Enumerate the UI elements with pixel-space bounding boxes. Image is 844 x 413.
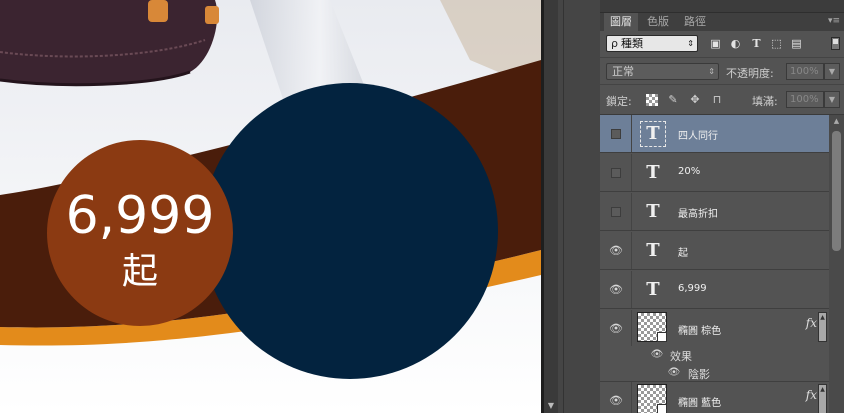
hidden-box-icon (611, 129, 621, 139)
panel-dock-gap (558, 0, 600, 413)
shape-layer-thumbnail (637, 312, 667, 342)
tab-layers[interactable]: 圖層 (604, 13, 638, 31)
filter-toggle-switch[interactable] (831, 37, 840, 50)
effect-item-row[interactable]: 👁 陰影 (600, 364, 829, 382)
hidden-box-icon (611, 207, 621, 217)
type-layer-thumbnail-icon: T (646, 201, 660, 222)
eye-icon[interactable]: 👁 (650, 348, 664, 362)
layer-name[interactable]: 橢圓 棕色 (678, 322, 721, 337)
effect-item-label: 陰影 (688, 368, 710, 381)
document-canvas[interactable]: 6,999 起 (0, 0, 541, 413)
blend-row: 正常 ⇕ 不透明度: 100% ▼ (600, 58, 844, 85)
visibility-toggle[interactable]: 👁 (600, 271, 632, 308)
visibility-toggle[interactable]: 👁 (600, 232, 632, 269)
layer-row[interactable]: 👁 T 6,999 (600, 271, 829, 309)
opacity-field[interactable]: 100% (786, 63, 824, 80)
eye-icon[interactable]: 👁 (667, 366, 681, 380)
fx-icon[interactable]: fx (806, 388, 817, 402)
lock-transparent-pixels-icon[interactable] (646, 94, 658, 106)
shape-layer-thumbnail (637, 384, 667, 413)
fill-field[interactable]: 100% (786, 91, 824, 108)
blend-mode-select[interactable]: 正常 ⇕ (606, 63, 719, 80)
hidden-box-icon (611, 168, 621, 178)
vector-mask-thumbnail (657, 332, 667, 342)
blend-mode-value: 正常 (612, 65, 634, 78)
layer-row[interactable]: 👁 T 起 (600, 232, 829, 270)
visibility-toggle[interactable] (600, 115, 632, 152)
eye-icon: 👁 (609, 322, 623, 335)
scroll-down-arrow-icon[interactable]: ▼ (544, 401, 558, 411)
tab-channels[interactable]: 色版 (641, 13, 675, 31)
layer-name[interactable]: 起 (678, 244, 688, 259)
fx-icon[interactable]: fx (806, 316, 817, 330)
collapse-effects-icon[interactable]: ▲ (818, 312, 827, 342)
lock-image-pixels-icon[interactable]: ✎ (667, 94, 679, 106)
visibility-toggle[interactable]: 👁 (600, 310, 632, 346)
opacity-label: 不透明度: (726, 67, 774, 80)
panel-menu-icon[interactable]: ▾≡ (828, 16, 840, 26)
layer-name[interactable]: 6,999 (678, 283, 707, 294)
lock-label: 鎖定: (606, 95, 632, 108)
price-suffix-text[interactable]: 起 (40, 250, 240, 294)
eye-icon: 👁 (609, 244, 623, 257)
updown-arrows-icon: ⇕ (687, 39, 694, 48)
layer-name[interactable]: 最高折扣 (678, 205, 718, 220)
search-icon: ρ (611, 37, 618, 50)
vector-mask-thumbnail (657, 404, 667, 413)
scroll-up-arrow-icon[interactable]: ▲ (831, 117, 842, 127)
type-layer-thumbnail-icon: T (646, 279, 660, 300)
layer-row[interactable]: T 最高折扣 (600, 193, 829, 231)
type-filter-icon[interactable]: T (750, 37, 763, 50)
image-filter-icon[interactable]: ▣ (709, 37, 722, 50)
type-layer-thumbnail-icon: T (646, 240, 660, 261)
lock-position-icon[interactable]: ✥ (689, 94, 701, 106)
effects-row[interactable]: 👁 效果 (600, 346, 829, 364)
layers-panel: 圖層 色版 路徑 ▾≡ ρ 種類 ⇕ ▣ ◐ T ⬚ ▤ 正常 ⇕ 不透明度: 1… (600, 0, 844, 413)
layer-row[interactable]: T 20% (600, 154, 829, 192)
scroll-thumb[interactable] (832, 131, 841, 251)
navy-circle[interactable] (202, 83, 498, 379)
layer-row[interactable]: 👁 橢圓 棕色 fx ▲ (600, 310, 829, 346)
layer-row[interactable]: T 四人同行 (600, 115, 829, 153)
layer-name[interactable]: 橢圓 藍色 (678, 394, 721, 409)
layer-name[interactable]: 20% (678, 166, 700, 177)
fill-label: 填滿: (752, 95, 778, 108)
layer-row[interactable]: 👁 橢圓 藍色 fx ▲ (600, 382, 829, 413)
price-text[interactable]: 6,999 (40, 186, 240, 246)
panel-tabs: 圖層 色版 路徑 ▾≡ (600, 13, 844, 31)
visibility-toggle[interactable]: 👁 (600, 382, 632, 413)
panel-title-bar[interactable] (600, 0, 844, 13)
effects-label: 效果 (670, 350, 692, 363)
backpack-photo (0, 0, 219, 87)
eye-icon: 👁 (609, 283, 623, 296)
filter-kind-label: 種類 (620, 37, 643, 50)
shape-filter-icon[interactable]: ⬚ (770, 37, 783, 50)
adjustment-filter-icon[interactable]: ◐ (729, 37, 742, 50)
type-layer-thumbnail-icon: T (646, 162, 660, 183)
collapse-effects-icon[interactable]: ▲ (818, 384, 827, 413)
smart-object-filter-icon[interactable]: ▤ (790, 37, 803, 50)
visibility-toggle[interactable] (600, 154, 632, 191)
updown-arrows-icon: ⇕ (708, 67, 715, 76)
tab-paths[interactable]: 路徑 (678, 13, 712, 31)
filter-kind-select[interactable]: ρ 種類 ⇕ (606, 35, 698, 52)
filter-row: ρ 種類 ⇕ ▣ ◐ T ⬚ ▤ (600, 31, 844, 58)
visibility-toggle[interactable] (600, 193, 632, 230)
layer-name[interactable]: 四人同行 (678, 127, 718, 142)
layers-scrollbar[interactable]: ▲ (829, 115, 844, 413)
fill-dropdown-icon[interactable]: ▼ (824, 91, 840, 108)
opacity-dropdown-icon[interactable]: ▼ (824, 63, 840, 80)
canvas-vertical-scrollbar[interactable]: ▼ (544, 0, 558, 413)
type-layer-thumbnail-icon: T (640, 121, 666, 147)
lock-all-icon[interactable]: ⊓ (711, 94, 723, 106)
layers-list: T 四人同行 T 20% T 最高折扣 👁 T 起 👁 T 6,999 👁 橢圓… (600, 115, 829, 413)
eye-icon: 👁 (609, 394, 623, 407)
